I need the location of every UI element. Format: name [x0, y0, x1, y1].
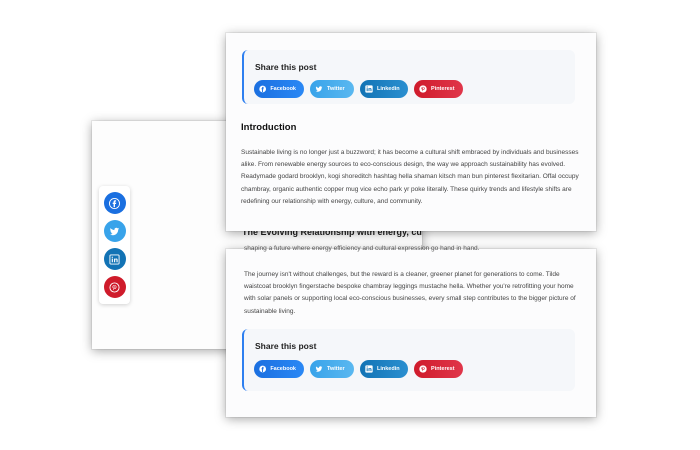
closing-paragraph: The journey isn't without challenges, bu… [244, 271, 576, 315]
article-bottom-card: shaping a future where energy efficiency… [226, 245, 596, 417]
facebook-icon [109, 197, 120, 209]
pinterest-icon [419, 365, 427, 373]
facebook-share-button[interactable]: Facebook [254, 80, 304, 98]
sticky-twitter-button[interactable] [103, 220, 126, 242]
pinterest-share-button[interactable]: Pinterest [414, 80, 463, 98]
pinterest-label: Pinterest [431, 86, 455, 92]
share-buttons-row: Facebook Twitter Linkedin Pinterest [254, 360, 463, 378]
share-buttons-row: Facebook Twitter Linkedin Pinterest [254, 80, 463, 98]
sticky-facebook-button[interactable] [103, 192, 126, 214]
share-title: Share this post [255, 62, 317, 72]
introduction-heading: Introduction [241, 122, 297, 133]
facebook-icon [259, 85, 267, 93]
linkedin-label: Linkedin [377, 86, 400, 92]
partial-paragraph-line: shaping a future where energy efficiency… [244, 245, 480, 252]
twitter-icon [315, 366, 323, 372]
linkedin-icon [365, 85, 373, 93]
twitter-share-button[interactable]: Twitter [310, 360, 354, 378]
facebook-label: Facebook [270, 86, 296, 92]
twitter-label: Twitter [327, 366, 345, 372]
share-title: Share this post [255, 341, 317, 351]
article-top-card: Share this post Facebook Twitter Linkedi… [226, 33, 596, 231]
linkedin-share-button[interactable]: Linkedin [360, 360, 408, 378]
facebook-label: Facebook [270, 366, 296, 372]
twitter-share-button[interactable]: Twitter [310, 80, 354, 98]
vertical-share-bar [99, 186, 130, 304]
linkedin-icon [365, 365, 373, 373]
linkedin-share-button[interactable]: Linkedin [360, 80, 408, 98]
sticky-linkedin-button[interactable] [103, 248, 126, 270]
pinterest-share-button[interactable]: Pinterest [414, 360, 463, 378]
pinterest-icon [419, 85, 427, 93]
share-box-bottom: Share this post Facebook Twitter Linkedi… [242, 329, 575, 391]
sticky-pinterest-button[interactable] [103, 276, 126, 298]
facebook-icon [259, 365, 267, 373]
linkedin-label: Linkedin [377, 366, 400, 372]
pinterest-label: Pinterest [431, 366, 455, 372]
share-box-top: Share this post Facebook Twitter Linkedi… [242, 50, 575, 104]
facebook-share-button[interactable]: Facebook [254, 360, 304, 378]
linkedin-icon [109, 253, 120, 265]
introduction-paragraph: Sustainable living is no longer just a b… [241, 149, 579, 205]
pinterest-icon [109, 281, 120, 293]
twitter-icon [315, 86, 323, 92]
twitter-label: Twitter [327, 86, 345, 92]
twitter-icon [109, 227, 120, 235]
